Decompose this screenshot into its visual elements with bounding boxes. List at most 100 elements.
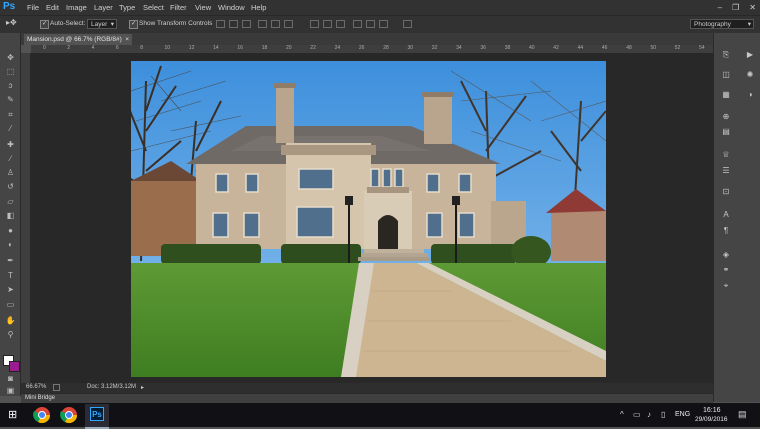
align-left-icon[interactable] xyxy=(258,20,267,28)
align-bottom-icon[interactable] xyxy=(242,20,251,28)
type-tool-icon[interactable]: T xyxy=(5,271,16,281)
align-horizontal-center-icon[interactable] xyxy=(271,20,280,28)
status-menu-arrow-icon[interactable]: ▸ xyxy=(141,384,144,391)
network-icon[interactable]: ▭ xyxy=(633,410,641,419)
brush-tool-icon[interactable]: ∕ xyxy=(5,154,16,164)
windows-start-icon[interactable]: ⊞ xyxy=(8,409,20,421)
quick-mask-icon[interactable]: ◙ xyxy=(5,374,16,384)
distribute-right-icon[interactable] xyxy=(379,20,388,28)
ruler-tick-label: 8 xyxy=(140,45,143,51)
clock-date[interactable]: 29/09/2016 xyxy=(695,416,728,423)
mini-bridge-tab[interactable]: Mini Bridge xyxy=(25,394,55,402)
close-tab-icon[interactable]: × xyxy=(125,34,129,45)
align-top-icon[interactable] xyxy=(216,20,225,28)
menu-type[interactable]: Type xyxy=(119,0,135,15)
windows-taskbar xyxy=(0,403,760,427)
paths-panel-icon[interactable]: ⌖ xyxy=(721,281,731,290)
pen-tool-icon[interactable]: ✒ xyxy=(5,256,16,266)
zoom-level[interactable]: 66.67% xyxy=(26,384,46,390)
eraser-tool-icon[interactable]: ▱ xyxy=(5,197,16,207)
restore-button[interactable]: ❐ xyxy=(732,3,739,12)
screen-mode-icon[interactable]: ▣ xyxy=(5,386,16,396)
hand-tool-icon[interactable]: ✋ xyxy=(5,316,16,326)
crop-tool-icon[interactable]: ⌗ xyxy=(5,110,16,120)
auto-select-checkbox[interactable]: ✓ xyxy=(40,20,49,29)
auto-align-layers-icon[interactable] xyxy=(403,20,412,28)
mansion-photo[interactable] xyxy=(131,61,606,377)
lasso-tool-icon[interactable]: ↄ xyxy=(5,81,16,91)
menu-image[interactable]: Image xyxy=(66,0,87,15)
blur-tool-icon[interactable]: ● xyxy=(5,226,16,236)
adjustments-panel-icon[interactable]: ◑ xyxy=(745,90,755,99)
brush-presets-panel-icon[interactable]: ☰ xyxy=(721,166,731,175)
swatches-panel-icon[interactable]: ⊕ xyxy=(721,112,731,121)
paragraph-panel-icon[interactable]: ¶ xyxy=(721,226,731,235)
ruler-tick-label: 52 xyxy=(674,45,681,51)
gradient-tool-icon[interactable]: ◧ xyxy=(5,211,16,221)
color-panel-icon[interactable]: ✺ xyxy=(745,70,755,79)
clock-time[interactable]: 16:16 xyxy=(703,407,721,414)
status-options-icon[interactable] xyxy=(53,384,60,391)
show-transform-checkbox[interactable]: ✓ xyxy=(129,20,138,29)
menu-window[interactable]: Window xyxy=(218,0,245,15)
distribute-left-icon[interactable] xyxy=(353,20,362,28)
layers-panel-icon[interactable]: ◈ xyxy=(721,250,731,259)
histogram-panel-icon[interactable]: ▦ xyxy=(721,90,731,99)
clone-source-panel-icon[interactable]: ⊡ xyxy=(721,187,731,196)
eyedropper-tool-icon[interactable]: ⁄ xyxy=(5,124,16,134)
zoom-tool-icon[interactable]: ⚲ xyxy=(5,330,16,340)
volume-icon[interactable]: ♪ xyxy=(647,410,651,419)
chevron-down-icon: ▾ xyxy=(747,21,751,28)
navigator-panel-icon[interactable]: ◫ xyxy=(721,70,731,79)
healing-brush-tool-icon[interactable]: ✚ xyxy=(5,140,16,150)
bottom-panel-bar xyxy=(21,393,713,403)
background-color-swatch[interactable] xyxy=(9,361,20,372)
photoshop-taskbar-button[interactable]: Ps xyxy=(85,404,109,429)
brushes-panel-icon[interactable]: ♕ xyxy=(721,150,731,159)
move-tool-icon[interactable]: ✥ xyxy=(5,53,16,63)
move-tool-preset-icon[interactable]: ▸✥ xyxy=(6,18,20,28)
ruler-tick-label: 16 xyxy=(237,45,243,51)
align-vertical-center-icon[interactable] xyxy=(229,20,238,28)
vertical-ruler[interactable] xyxy=(21,53,31,383)
quick-select-tool-icon[interactable]: ✎ xyxy=(5,95,16,105)
menu-select[interactable]: Select xyxy=(143,0,164,15)
menu-view[interactable]: View xyxy=(195,0,211,15)
distribute-hcenter-icon[interactable] xyxy=(366,20,375,28)
chrome-second-taskbar-icon[interactable] xyxy=(60,406,78,424)
ruler-tick-label: 42 xyxy=(553,45,559,51)
workspace-select[interactable]: Photography ▾ xyxy=(690,19,754,29)
distribute-bottom-icon[interactable] xyxy=(336,20,345,28)
distribute-top-icon[interactable] xyxy=(310,20,319,28)
ruler-tick-labels: 0 2 4 6 8 10 12 14 16 18 20 22 24 26 28 30 32 34 36 38 40 42 4… xyxy=(31,45,729,53)
auto-select-target-select[interactable]: Layer ▾ xyxy=(87,19,117,29)
actions-panel-icon[interactable]: ▶ xyxy=(745,50,755,59)
dodge-tool-icon[interactable]: ◐ xyxy=(5,240,16,250)
rectangle-tool-icon[interactable]: ▭ xyxy=(5,300,16,310)
menu-file[interactable]: File xyxy=(27,0,39,15)
align-right-icon[interactable] xyxy=(284,20,293,28)
battery-icon[interactable]: ▯ xyxy=(661,410,665,419)
marquee-tool-icon[interactable]: ⬚ xyxy=(5,67,16,77)
minimize-button[interactable]: – xyxy=(718,3,722,12)
chevron-down-icon: ▾ xyxy=(110,21,114,28)
menu-layer[interactable]: Layer xyxy=(94,0,113,15)
channels-panel-icon[interactable]: ⚭ xyxy=(721,265,731,274)
distribute-vcenter-icon[interactable] xyxy=(323,20,332,28)
close-button[interactable]: ✕ xyxy=(749,3,756,12)
history-panel-icon[interactable]: ⎘ xyxy=(721,50,731,59)
path-selection-tool-icon[interactable]: ➤ xyxy=(5,285,16,295)
character-panel-icon[interactable]: A xyxy=(721,210,731,219)
document-tab[interactable]: Mansion.psd @ 66.7% (RGB/8#) × xyxy=(24,34,132,45)
input-language[interactable]: ENG xyxy=(675,411,690,418)
show-hidden-icons-icon[interactable]: ^ xyxy=(620,410,624,419)
notifications-icon[interactable]: ▤ xyxy=(738,409,747,420)
menu-filter[interactable]: Filter xyxy=(170,0,187,15)
clone-stamp-tool-icon[interactable]: ♙ xyxy=(5,168,16,178)
styles-panel-icon[interactable]: ▤ xyxy=(721,127,731,136)
menu-edit[interactable]: Edit xyxy=(46,0,59,15)
chrome-taskbar-icon[interactable] xyxy=(33,406,51,424)
menu-help[interactable]: Help xyxy=(251,0,266,15)
ruler-tick-label: 32 xyxy=(431,45,438,51)
history-brush-tool-icon[interactable]: ↺ xyxy=(5,182,16,192)
